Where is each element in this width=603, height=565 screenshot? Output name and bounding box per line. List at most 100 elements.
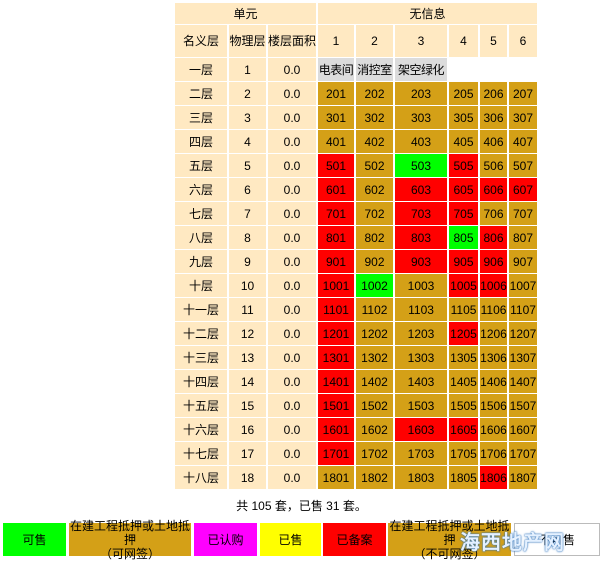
room-cell-red[interactable]: 601 (318, 178, 355, 201)
room-cell-tan[interactable]: 1202 (356, 322, 394, 345)
room-cell-tan[interactable]: 201 (318, 82, 355, 105)
room-cell-tan[interactable]: 1602 (356, 418, 394, 441)
room-cell-tan[interactable]: 1505 (449, 394, 479, 417)
room-cell-tan[interactable]: 1305 (449, 346, 479, 369)
room-cell-tan[interactable]: 1802 (356, 466, 394, 489)
room-cell-red[interactable]: 1201 (318, 322, 355, 345)
room-cell-tan[interactable]: 1702 (356, 442, 394, 465)
room-cell-tan[interactable]: 1306 (480, 346, 508, 369)
room-cell-red[interactable]: 1601 (318, 418, 355, 441)
room-cell-red[interactable]: 903 (395, 250, 448, 273)
room-cell-red[interactable]: 1501 (318, 394, 355, 417)
room-cell-tan[interactable]: 1506 (480, 394, 508, 417)
room-cell-green[interactable]: 1002 (356, 274, 394, 297)
room-cell-tan[interactable]: 406 (480, 130, 508, 153)
room-cell-tan[interactable]: 802 (356, 226, 394, 249)
room-cell-tan[interactable]: 1307 (509, 346, 538, 369)
room-cell-tan[interactable]: 1302 (356, 346, 394, 369)
room-cell-tan[interactable]: 301 (318, 106, 355, 129)
room-cell-tan[interactable]: 403 (395, 130, 448, 153)
room-cell-red[interactable]: 906 (480, 250, 508, 273)
room-cell-tan[interactable]: 1405 (449, 370, 479, 393)
room-cell-red[interactable]: 1006 (480, 274, 508, 297)
room-cell-tan[interactable]: 1102 (356, 298, 394, 321)
room-cell-tan[interactable]: 1403 (395, 370, 448, 393)
room-cell-red[interactable]: 705 (449, 202, 479, 225)
room-cell-green[interactable]: 503 (395, 154, 448, 177)
room-cell-tan[interactable]: 702 (356, 202, 394, 225)
room-cell-tan[interactable]: 706 (480, 202, 508, 225)
room-cell-red[interactable]: 1701 (318, 442, 355, 465)
room-cell-tan[interactable]: 1807 (509, 466, 538, 489)
room-cell-tan[interactable]: 207 (509, 82, 538, 105)
room-cell-red[interactable]: 605 (449, 178, 479, 201)
room-cell-tan[interactable]: 202 (356, 82, 394, 105)
room-cell-tan[interactable]: 303 (395, 106, 448, 129)
room-cell-tan[interactable]: 902 (356, 250, 394, 273)
room-cell-tan[interactable]: 707 (509, 202, 538, 225)
room-cell-tan[interactable]: 307 (509, 106, 538, 129)
room-cell-red[interactable]: 803 (395, 226, 448, 249)
room-cell-red[interactable]: 505 (449, 154, 479, 177)
room-cell-tan[interactable]: 305 (449, 106, 479, 129)
room-cell-tan[interactable]: 205 (449, 82, 479, 105)
room-cell-red[interactable]: 1205 (449, 322, 479, 345)
room-cell-red[interactable]: 806 (480, 226, 508, 249)
room-cell-tan[interactable]: 907 (509, 250, 538, 273)
room-cell-tan[interactable]: 1103 (395, 298, 448, 321)
room-cell-red[interactable]: 701 (318, 202, 355, 225)
room-cell-tan[interactable]: 506 (480, 154, 508, 177)
room-cell-tan[interactable]: 502 (356, 154, 394, 177)
room-cell-tan[interactable]: 1407 (509, 370, 538, 393)
room-cell-tan[interactable]: 1705 (449, 442, 479, 465)
room-cell-tan[interactable]: 407 (509, 130, 538, 153)
room-cell-tan[interactable]: 1507 (509, 394, 538, 417)
room-cell-tan[interactable]: 1303 (395, 346, 448, 369)
room-cell-red[interactable]: 703 (395, 202, 448, 225)
room-cell-tan[interactable]: 1406 (480, 370, 508, 393)
room-cell-tan[interactable]: 302 (356, 106, 394, 129)
room-cell-tan[interactable]: 203 (395, 82, 448, 105)
room-cell-tan[interactable]: 1502 (356, 394, 394, 417)
room-cell-tan[interactable]: 306 (480, 106, 508, 129)
room-cell-tan[interactable]: 405 (449, 130, 479, 153)
room-cell-tan[interactable]: 1207 (509, 322, 538, 345)
room-cell-tan[interactable]: 1105 (449, 298, 479, 321)
room-cell-tan[interactable]: 1607 (509, 418, 538, 441)
room-cell-red[interactable]: 1605 (449, 418, 479, 441)
room-cell-red[interactable]: 1806 (480, 466, 508, 489)
room-cell-red[interactable]: 1603 (395, 418, 448, 441)
room-cell-red[interactable]: 1005 (449, 274, 479, 297)
room-cell-green[interactable]: 805 (449, 226, 479, 249)
room-cell-tan[interactable]: 602 (356, 178, 394, 201)
room-cell-red[interactable]: 606 (480, 178, 508, 201)
room-cell-tan[interactable]: 1805 (449, 466, 479, 489)
room-cell-tan[interactable]: 507 (509, 154, 538, 177)
room-cell-tan[interactable]: 1106 (480, 298, 508, 321)
room-cell-tan[interactable]: 1107 (509, 298, 538, 321)
room-cell-tan[interactable]: 1801 (318, 466, 355, 489)
room-cell-tan[interactable]: 807 (509, 226, 538, 249)
room-cell-tan[interactable]: 1706 (480, 442, 508, 465)
room-cell-red[interactable]: 1101 (318, 298, 355, 321)
room-cell-tan[interactable]: 1402 (356, 370, 394, 393)
room-cell-red[interactable]: 905 (449, 250, 479, 273)
room-cell-tan[interactable]: 1206 (480, 322, 508, 345)
room-cell-tan[interactable]: 401 (318, 130, 355, 153)
room-cell-red[interactable]: 607 (509, 178, 538, 201)
room-cell-red[interactable]: 801 (318, 226, 355, 249)
room-cell-tan[interactable]: 1707 (509, 442, 538, 465)
room-cell-tan[interactable]: 1003 (395, 274, 448, 297)
room-cell-red[interactable]: 1401 (318, 370, 355, 393)
room-cell-red[interactable]: 901 (318, 250, 355, 273)
room-cell-red[interactable]: 501 (318, 154, 355, 177)
room-cell-red[interactable]: 1301 (318, 346, 355, 369)
room-cell-red[interactable]: 1001 (318, 274, 355, 297)
room-cell-tan[interactable]: 1007 (509, 274, 538, 297)
room-cell-tan[interactable]: 1606 (480, 418, 508, 441)
room-cell-red[interactable]: 603 (395, 178, 448, 201)
room-cell-tan[interactable]: 1503 (395, 394, 448, 417)
room-cell-tan[interactable]: 206 (480, 82, 508, 105)
room-cell-tan[interactable]: 1803 (395, 466, 448, 489)
room-cell-tan[interactable]: 1203 (395, 322, 448, 345)
